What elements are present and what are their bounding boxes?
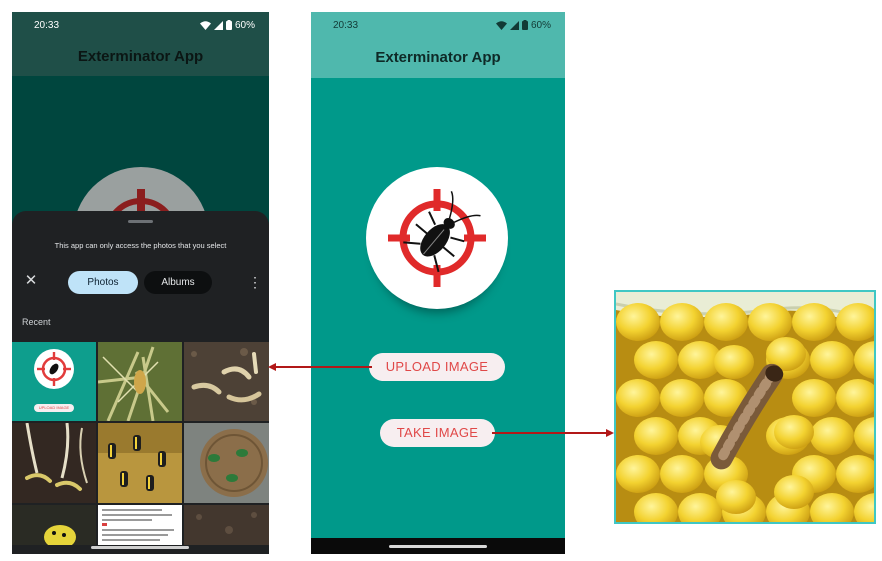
phone-exterminator-home: 20:33 60% Exterminator App UPLOAD IMAGE … [311, 12, 565, 554]
photo-thumb-beetles-on-coin[interactable] [184, 423, 269, 503]
app-title: Exterminator App [77, 48, 204, 65]
wifi-icon [495, 20, 507, 30]
photo-thumb-grubs-in-soil[interactable] [184, 342, 269, 421]
status-time: 20:33 [333, 19, 359, 31]
close-icon[interactable]: ✕ [24, 273, 38, 288]
corn-kernel [792, 379, 836, 417]
corn-kernel [634, 341, 678, 379]
corn-kernel [792, 303, 836, 341]
corn-kernel [714, 345, 754, 379]
corn-kernel [774, 415, 814, 449]
take-image-button[interactable]: TAKE IMAGE [380, 419, 495, 447]
corn-kernel [616, 455, 660, 493]
status-bar: 20:33 60% [12, 12, 269, 38]
photo-thumb-document[interactable] [98, 505, 182, 545]
corn-kernel [774, 475, 814, 509]
battery-icon [225, 20, 232, 30]
photo-thumb-soil[interactable] [184, 505, 269, 545]
photo-picker-sheet: This app can only access the photos that… [12, 211, 269, 554]
corn-kernel [810, 341, 854, 379]
crosshair-cockroach-icon [366, 167, 508, 309]
home-indicator[interactable] [389, 545, 487, 548]
corn-kernel [634, 417, 678, 455]
corn-kernel [716, 480, 756, 514]
photo-thumb-striped-beetles[interactable] [98, 423, 182, 503]
photo-thumb-root-worms[interactable] [12, 423, 96, 503]
corn-kernel [810, 417, 854, 455]
access-note: This app can only access the photos that… [54, 241, 227, 250]
photo-thumb-yellow-beetle[interactable] [12, 505, 96, 545]
more-vert-icon[interactable]: ⋮ [248, 273, 262, 291]
phone-photo-picker: 20:33 60% Exterminator App This app can … [12, 12, 269, 554]
signal-icon [213, 20, 223, 30]
signal-icon [509, 20, 519, 30]
wifi-icon [199, 20, 211, 30]
corn-kernel [660, 455, 704, 493]
tab-albums[interactable]: Albums [144, 271, 212, 294]
app-title: Exterminator App [375, 49, 501, 66]
tab-photos[interactable]: Photos [68, 271, 138, 294]
drag-handle[interactable] [128, 220, 153, 223]
corn-kernel [660, 379, 704, 417]
section-label-recent: Recent [22, 317, 51, 327]
upload-image-button[interactable]: UPLOAD IMAGE [369, 353, 505, 381]
corn-larva-photo [614, 290, 876, 524]
corn-kernel [704, 303, 748, 341]
photo-thumb-larva-on-plant[interactable] [98, 342, 182, 421]
photo-thumb-app-screenshot[interactable]: UPLOAD IMAGE [12, 342, 96, 421]
home-indicator[interactable] [91, 546, 189, 549]
battery-percent: 60% [530, 19, 551, 31]
corn-kernel [616, 379, 660, 417]
corn-kernel [748, 303, 792, 341]
corn-kernel [616, 303, 660, 341]
battery-percent: 60% [234, 19, 255, 31]
thumb-upload-label: UPLOAD IMAGE [38, 405, 70, 410]
corn-kernel [660, 303, 704, 341]
status-bar: 20:33 60% [311, 12, 565, 38]
status-time: 20:33 [34, 19, 60, 31]
battery-icon [521, 20, 528, 30]
